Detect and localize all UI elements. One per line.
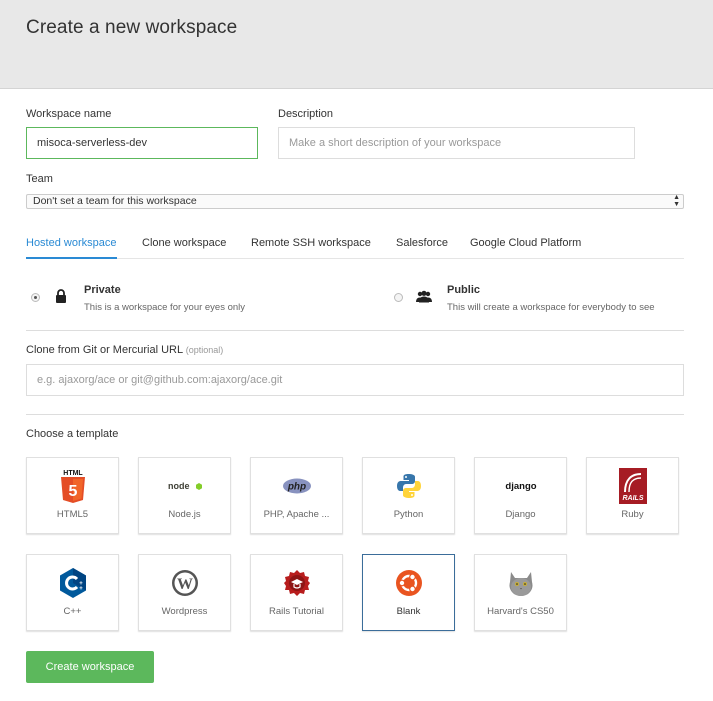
select-arrows-icon: ▲ ▼ — [673, 194, 680, 208]
php-badge: php — [286, 482, 305, 493]
template-php[interactable]: php PHP, Apache ... — [250, 457, 343, 534]
team-label: Team — [26, 173, 53, 185]
clone-url-input[interactable]: e.g. ajaxorg/ace or git@github.com:ajaxo… — [26, 364, 684, 396]
divider — [26, 414, 684, 415]
rails-tutorial-icon — [251, 565, 342, 601]
tab-salesforce[interactable]: Salesforce — [396, 235, 448, 259]
nodejs-icon: node — [139, 468, 230, 504]
template-label: Node.js — [168, 509, 201, 520]
workspace-type-tabs: Hosted workspace Clone workspace Remote … — [26, 235, 684, 259]
svg-text:5: 5 — [68, 483, 77, 500]
template-label: C++ — [63, 606, 82, 617]
team-select[interactable]: Don't set a team for this workspace ▲ ▼ — [26, 194, 684, 209]
private-radio[interactable] — [31, 293, 40, 302]
create-workspace-button[interactable]: Create workspace — [26, 651, 154, 683]
ruby-badge: RAILS — [622, 495, 643, 502]
ubuntu-icon — [363, 565, 454, 601]
public-title: Public — [447, 284, 481, 296]
template-cpp[interactable]: + + C++ — [26, 554, 119, 631]
template-html5[interactable]: HTML 5 HTML5 — [26, 457, 119, 534]
choose-template-label: Choose a template — [26, 428, 119, 440]
template-label: HTML5 — [56, 509, 89, 520]
template-label: Harvard's CS50 — [487, 606, 554, 617]
private-description: This is a workspace for your eyes only — [84, 302, 246, 313]
python-icon — [363, 468, 454, 504]
private-title: Private — [84, 284, 121, 296]
tab-clone-workspace[interactable]: Clone workspace — [142, 235, 226, 259]
template-label: Django — [505, 509, 536, 520]
nodejs-badge: node — [168, 481, 190, 491]
template-cs50[interactable]: Harvard's CS50 — [474, 554, 567, 631]
tab-hosted-workspace[interactable]: Hosted workspace — [26, 235, 117, 259]
template-rails-tutorial[interactable]: Rails Tutorial — [250, 554, 343, 631]
template-label: Wordpress — [161, 606, 208, 617]
lock-icon — [55, 289, 67, 309]
django-icon: django — [475, 468, 566, 504]
template-label: Python — [393, 509, 424, 520]
tab-remote-ssh-workspace[interactable]: Remote SSH workspace — [251, 235, 371, 259]
wordpress-icon: W — [139, 565, 230, 601]
template-label: PHP, Apache ... — [263, 509, 330, 520]
public-radio[interactable] — [394, 293, 403, 302]
template-ruby[interactable]: RAILS Ruby — [586, 457, 679, 534]
template-blank[interactable]: Blank — [362, 554, 455, 631]
page-header: Create a new workspace — [0, 0, 713, 89]
cs50-cat-icon — [475, 565, 566, 601]
svg-text:+: + — [79, 586, 83, 592]
page-title: Create a new workspace — [26, 17, 238, 38]
clone-url-label-text: Clone from Git or Mercurial URL — [26, 344, 183, 356]
template-wordpress[interactable]: W Wordpress — [138, 554, 231, 631]
public-description: This will create a workspace for everybo… — [447, 302, 655, 313]
description-label: Description — [278, 108, 334, 120]
php-icon: php — [251, 468, 342, 504]
template-python[interactable]: Python — [362, 457, 455, 534]
team-select-value: Don't set a team for this workspace — [33, 195, 197, 207]
html5-badge: HTML — [63, 470, 83, 477]
optional-hint: (optional) — [185, 345, 224, 355]
svg-text:W: W — [177, 576, 193, 593]
clone-url-label: Clone from Git or Mercurial URL (optiona… — [26, 344, 223, 356]
django-badge: django — [505, 481, 536, 492]
template-label: Blank — [396, 606, 421, 617]
cpp-icon: + + — [27, 565, 118, 601]
html5-icon: HTML 5 — [27, 468, 118, 504]
description-input[interactable]: Make a short description of your workspa… — [278, 127, 635, 159]
users-icon — [416, 290, 432, 308]
ruby-icon: RAILS — [587, 468, 678, 504]
workspace-name-label: Workspace name — [26, 108, 112, 120]
template-nodejs[interactable]: node Node.js — [138, 457, 231, 534]
template-label: Rails Tutorial — [269, 606, 324, 617]
template-label: Ruby — [621, 509, 644, 520]
tab-google-cloud-platform[interactable]: Google Cloud Platform — [470, 235, 581, 259]
template-django[interactable]: django Django — [474, 457, 567, 534]
divider — [26, 330, 684, 331]
workspace-name-input[interactable]: misoca-serverless-dev — [26, 127, 258, 159]
